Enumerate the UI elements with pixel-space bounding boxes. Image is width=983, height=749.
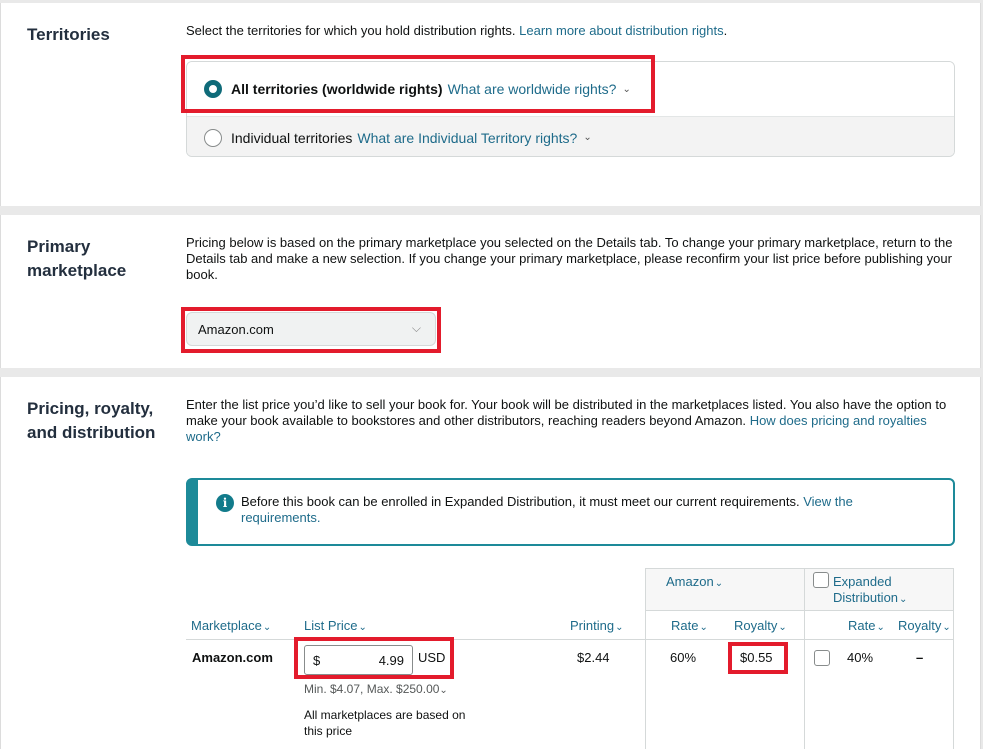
all-territories-label: All territories (worldwide rights) [231,81,443,97]
territory-options: All territories (worldwide rights) What … [186,61,955,157]
expanded-distribution-label[interactable]: Expanded Distribution⌄ [833,574,907,608]
radio-individual-territories[interactable] [204,128,222,147]
row-expanded-rate: 40% [847,650,874,665]
col-royalty[interactable]: Royalty⌄ [734,618,787,633]
chevron-down-icon: ⌵ [411,321,421,335]
worldwide-rights-link[interactable]: What are worldwide rights? [448,81,617,97]
option-individual-territories[interactable]: Individual territories What are Individu… [187,117,954,156]
pricing-table: Amazon⌄ Expanded Distribution⌄ Marketpla… [186,568,954,749]
expanded-distribution-checkbox[interactable] [814,650,830,666]
expanded-distribution-alert: i Before this book can be enrolled in Ex… [186,478,955,546]
territories-title: Territories [27,25,110,44]
marketplace-select-value: Amazon.com [198,321,274,337]
row-rate: 60% [670,650,697,665]
chevron-down-icon[interactable]: ⌄ [622,84,630,95]
individual-territory-rights-link[interactable]: What are Individual Territory rights? [357,130,577,146]
expanded-distribution-checkbox-header[interactable] [813,572,829,588]
marketplace-select[interactable]: Amazon.com ⌵ [186,312,436,346]
price-min-max[interactable]: Min. $4.07, Max. $250.00⌄ [304,682,448,696]
primary-marketplace-title: Primary marketplace [27,237,127,280]
pricing-title: Pricing, royalty, and distribution [27,399,156,442]
price-note: All marketplaces are based on this price [304,708,466,738]
chevron-down-icon[interactable]: ⌄ [583,132,591,143]
radio-all-territories[interactable] [204,80,222,98]
territories-description: Select the territories for which you hol… [186,23,728,38]
learn-more-distribution-link[interactable]: Learn more about distribution rights [519,23,724,38]
row-expanded-royalty: – [916,650,924,665]
col-expanded-rate[interactable]: Rate⌄ [848,618,885,633]
col-list-price[interactable]: List Price⌄ [304,618,367,633]
territories-panel: Territories Select the territories for w… [0,3,981,206]
primary-marketplace-panel: Primary marketplace Pricing below is bas… [0,215,981,368]
pricing-description: Enter the list price you’d like to sell … [186,397,947,444]
amazon-group-label[interactable]: Amazon⌄ [666,574,723,589]
col-marketplace[interactable]: Marketplace⌄ [191,618,271,633]
col-printing[interactable]: Printing⌄ [570,618,623,633]
col-rate[interactable]: Rate⌄ [671,618,708,633]
primary-marketplace-description: Pricing below is based on the primary ma… [186,235,953,282]
option-all-territories[interactable]: All territories (worldwide rights) What … [187,62,954,117]
individual-territories-label: Individual territories [231,129,353,146]
pricing-panel: Pricing, royalty, and distribution Enter… [0,377,981,749]
currency-label: USD [418,650,446,665]
info-icon: i [216,494,234,512]
list-price-input[interactable]: $ 4.99 [304,645,413,675]
row-printing: $2.44 [577,650,610,665]
col-expanded-royalty[interactable]: Royalty⌄ [898,618,951,633]
row-royalty: $0.55 [740,650,773,665]
row-marketplace: Amazon.com [192,650,273,665]
